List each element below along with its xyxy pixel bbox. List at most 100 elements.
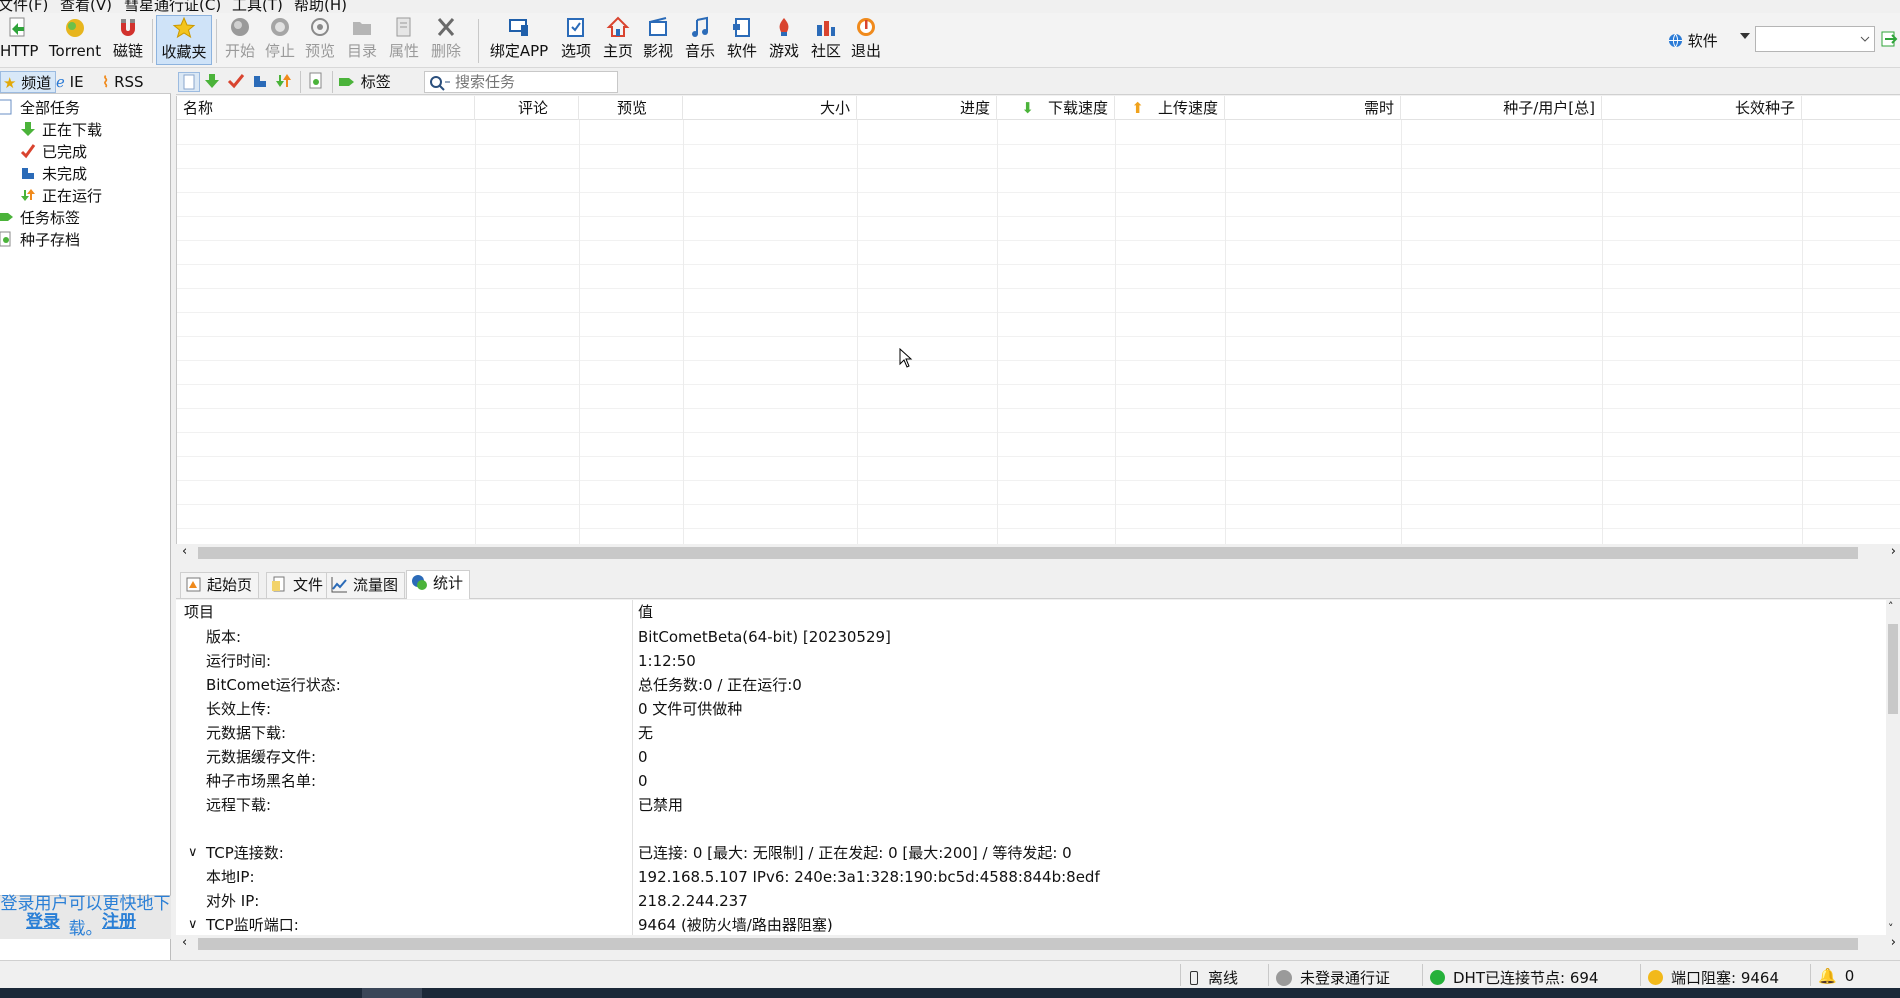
community-button[interactable]: 社区	[808, 15, 844, 65]
exit-button[interactable]: 退出	[848, 15, 884, 65]
music-button[interactable]: 音乐	[682, 15, 718, 65]
tab-channel[interactable]: ★ 频道	[0, 71, 57, 93]
start-button[interactable]: 开始	[222, 15, 258, 65]
task-list-horizontal-scrollbar[interactable]: ‹ ›	[176, 544, 1900, 562]
stats-header-item[interactable]: 项目	[184, 600, 214, 624]
tab-start-page[interactable]: 起始页	[180, 572, 260, 598]
home-button[interactable]: 主页	[600, 15, 636, 65]
status-passport[interactable]: 未登录通行证	[1276, 967, 1390, 988]
bind-app-button[interactable]: 绑定APP	[486, 15, 552, 65]
filter-incomplete-button[interactable]	[250, 72, 272, 92]
column-preview[interactable]: 预览	[579, 96, 683, 120]
scroll-up-icon[interactable]: ˄	[1888, 600, 1894, 613]
tree-completed[interactable]: 已完成	[20, 141, 87, 163]
tab-rss[interactable]: ⌇ RSS	[100, 71, 148, 93]
statistics-horizontal-scrollbar[interactable]: ‹ ›	[176, 935, 1900, 953]
taskbar-active-item[interactable]	[362, 988, 422, 998]
column-name[interactable]: 名称	[177, 96, 475, 120]
filter-running-button[interactable]	[274, 72, 296, 92]
column-download-speed[interactable]: ⬇ 下载速度	[997, 96, 1115, 120]
filter-all-button[interactable]	[178, 72, 200, 92]
filter-downloading-button[interactable]	[202, 72, 224, 92]
menu-tools[interactable]: 工具(T)	[232, 0, 283, 13]
row-divider	[177, 384, 1900, 385]
stats-row-tcp-connections[interactable]: ∨ TCP连接数: 已连接: 0 [最大: 无限制] / 正在发起: 0 [最大:2…	[176, 841, 1886, 865]
column-time-left[interactable]: 需时	[1225, 96, 1401, 120]
detail-tab-strip: 起始页 文件 流量图 统计	[176, 570, 1900, 599]
row-divider	[177, 192, 1900, 193]
scroll-thumb[interactable]	[198, 938, 1858, 950]
scroll-left-icon[interactable]: ‹	[182, 544, 187, 559]
http-button[interactable]: HTTP	[0, 15, 38, 65]
tree-torrent-archive[interactable]: 种子存档	[0, 229, 80, 251]
go-arrow-icon[interactable]	[1881, 30, 1898, 48]
filter-completed-button[interactable]	[226, 72, 248, 92]
tab-traffic-graph[interactable]: 流量图	[326, 572, 406, 598]
status-alerts[interactable]: 🔔 0	[1818, 967, 1854, 985]
stats-header-value[interactable]: 值	[638, 600, 653, 624]
options-button[interactable]: 选项	[558, 15, 594, 65]
start-icon	[231, 18, 249, 36]
stats-row-tcp-port[interactable]: ∨ TCP监听端口: 9464 (被防火墙/路由器阻塞)	[176, 913, 1886, 935]
menu-passport[interactable]: 彗星通行证(C)	[124, 0, 221, 13]
menu-view[interactable]: 查看(V)	[60, 0, 112, 13]
scroll-right-icon[interactable]: ›	[1891, 935, 1896, 950]
files-icon	[272, 576, 285, 592]
software-button[interactable]: 软件	[724, 15, 760, 65]
search-input[interactable]	[453, 73, 613, 91]
column-comments[interactable]: 评论	[475, 96, 579, 120]
menu-bar: 文件(F) 查看(V) 彗星通行证(C) 工具(T) 帮助(H)	[0, 0, 1900, 13]
properties-button[interactable]: 属性	[386, 15, 422, 65]
tree-downloading[interactable]: 正在下载	[20, 119, 102, 141]
video-button[interactable]: 影视	[640, 15, 676, 65]
column-progress[interactable]: 进度	[857, 96, 997, 120]
tab-statistics[interactable]: 统计	[406, 570, 471, 599]
chevron-down-icon[interactable]: ∨	[188, 841, 198, 865]
scroll-down-icon[interactable]: ˅	[1888, 922, 1894, 935]
stop-button[interactable]: 停止	[262, 15, 298, 65]
column-seeds-peers[interactable]: 种子/用户[总]	[1401, 96, 1602, 120]
software-selector-label[interactable]: 软件	[1668, 30, 1718, 52]
column-divider	[1225, 120, 1226, 547]
tree-incomplete[interactable]: 未完成	[20, 163, 87, 185]
torrent-button[interactable]: Torrent	[44, 15, 106, 65]
column-size[interactable]: 大小	[683, 96, 857, 120]
http-download-icon	[9, 17, 25, 37]
games-button[interactable]: 游戏	[766, 15, 802, 65]
magnet-button[interactable]: 磁链	[110, 15, 146, 65]
column-upload-speed[interactable]: ⬆ 上传速度	[1115, 96, 1225, 120]
menu-file[interactable]: 文件(F)	[0, 0, 48, 13]
directory-button[interactable]: 目录	[344, 15, 380, 65]
chevron-down-icon[interactable]: ∨	[188, 913, 198, 935]
tab-ie[interactable]: ℯ IE	[54, 71, 88, 93]
status-dht[interactable]: DHT已连接节点: 694	[1430, 967, 1598, 988]
statistics-vertical-scrollbar[interactable]: ˄ ˅	[1886, 600, 1900, 935]
login-hint-text[interactable]: 登录用户可以更快地下载。	[0, 892, 171, 942]
tag-filter-button[interactable]: 标签	[338, 72, 391, 92]
main-toolbar: HTTP Torrent 磁链 收藏夹 开始 停止 预览 目录 属性 删除 绑定…	[0, 13, 1900, 68]
community-icon	[817, 21, 835, 36]
status-port-blocked[interactable]: 端口阻塞: 9464	[1648, 967, 1779, 988]
column-long-term-seed[interactable]: 长效种子	[1602, 96, 1802, 120]
scroll-thumb[interactable]	[1888, 624, 1898, 714]
scroll-left-icon[interactable]: ‹	[182, 935, 187, 950]
tree-all-tasks[interactable]: 全部任务	[0, 97, 80, 119]
favorites-button[interactable]: 收藏夹	[156, 15, 212, 65]
task-list[interactable]: 名称 评论 预览 大小 进度 ⬇ 下载速度 ⬆ 上传速度 需时 种子/用户[总] 长…	[176, 96, 1900, 547]
checkmark-icon	[20, 143, 38, 159]
tab-files[interactable]: 文件	[266, 572, 331, 598]
archive-filter-button[interactable]	[306, 72, 328, 92]
row-divider	[177, 336, 1900, 337]
tree-task-tags[interactable]: 任务标签	[0, 207, 80, 229]
delete-button[interactable]: 删除	[428, 15, 464, 65]
scroll-thumb[interactable]	[198, 547, 1858, 559]
search-box[interactable]	[424, 71, 618, 93]
software-dropdown-arrow-icon[interactable]	[1740, 33, 1750, 39]
menu-help[interactable]: 帮助(H)	[294, 0, 347, 13]
scroll-right-icon[interactable]: ›	[1891, 544, 1896, 559]
software-combo-box[interactable]	[1755, 26, 1875, 52]
preview-button[interactable]: 预览	[302, 15, 338, 65]
page-icon	[183, 74, 195, 90]
tree-running[interactable]: 正在运行	[20, 185, 102, 207]
status-offline[interactable]: 离线	[1190, 967, 1238, 988]
